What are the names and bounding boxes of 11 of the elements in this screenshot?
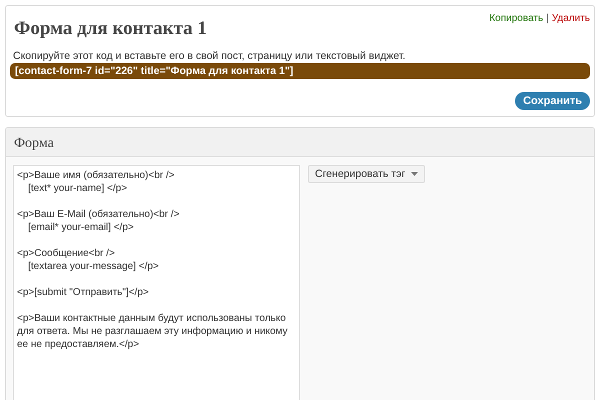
shortcode-field[interactable]: [contact-form-7 id="226" title="Форма для контакта 1"]	[10, 63, 590, 79]
generate-tag-dropdown[interactable]: Сгенерировать тэг	[308, 165, 426, 183]
form-code-editor[interactable]: <p>Ваше имя (обязательно)<br /> [text* your-name] </p> <p>Ваш E-Mail (обязательно)<br /> [email* your-email] </p> <p>Сообщение<br /> [textarea your-message] </p> <p>[submit "Отправить"]</p> <p>Ваши контактные данным будут использованы только для ответа. Мы не разглашаем эту информацию и никому ее не предоставляем.</p>	[13, 165, 300, 400]
copy-link[interactable]: Копировать	[489, 13, 544, 24]
save-button[interactable]: Сохранить	[515, 92, 590, 110]
delete-link[interactable]: Удалить	[552, 13, 590, 24]
separator-text: |	[546, 13, 549, 24]
caret-icon	[411, 172, 418, 176]
panel-title: Форма	[14, 136, 54, 151]
instruction-text: Скопируйте этот код и вставьте его в свой пост, страницу или текстовый виджет.	[13, 50, 406, 62]
form-title: Форма для контакта 1	[14, 18, 207, 40]
